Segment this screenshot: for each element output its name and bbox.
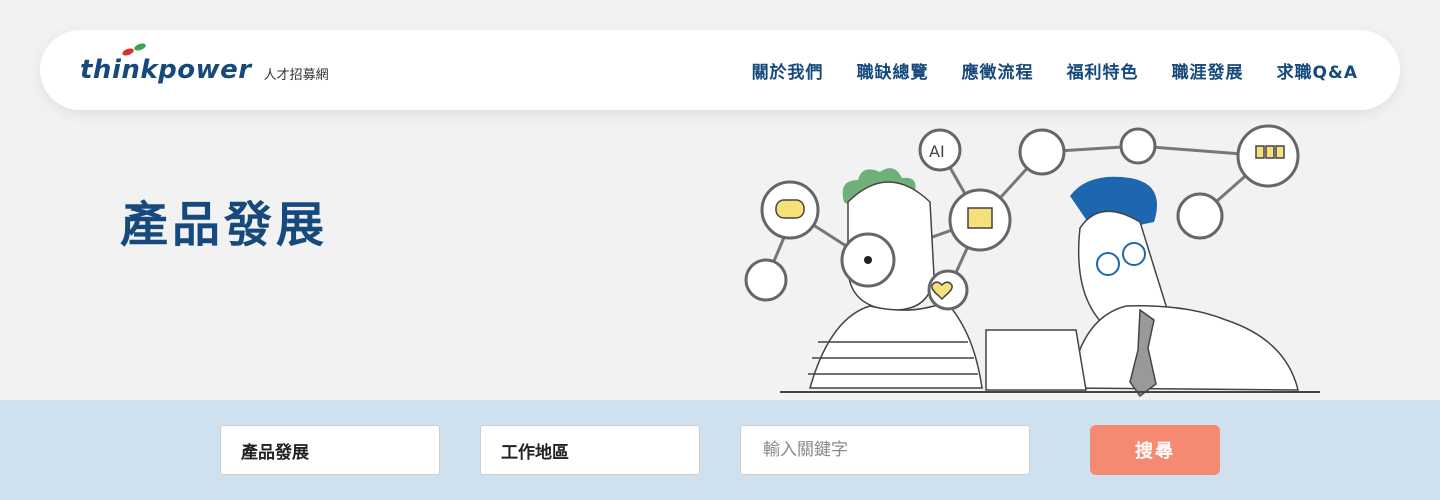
logo-wordmark: thinkpower [80, 55, 252, 85]
hero-illustration: AI [744, 124, 1320, 398]
keyword-field [740, 425, 1030, 475]
logo-dots-icon [122, 43, 146, 56]
category-select[interactable]: 產品發展 [220, 425, 440, 475]
search-button[interactable]: 搜尋 [1090, 425, 1220, 475]
category-select-value: 產品發展 [241, 442, 309, 463]
nav-career[interactable]: 職涯發展 [1172, 58, 1244, 83]
svg-text:AI: AI [929, 142, 945, 161]
nav-about[interactable]: 關於我們 [752, 58, 824, 83]
logo[interactable]: thinkpower 人才招募網 [80, 43, 329, 93]
logo-subtitle: 人才招募網 [263, 67, 329, 83]
site-header: thinkpower 人才招募網 關於我們 職缺總覽 應徵流程 福利特色 職涯發… [40, 30, 1400, 110]
nav-process[interactable]: 應徵流程 [962, 58, 1034, 83]
keyword-input[interactable] [761, 439, 1009, 461]
page-title: 產品發展 [120, 197, 329, 253]
network-icon-nodes [744, 124, 1300, 311]
nav-faq[interactable]: 求職Q&A [1277, 58, 1358, 83]
nav-benefits[interactable]: 福利特色 [1067, 58, 1139, 83]
location-select[interactable]: 工作地區 [480, 425, 700, 475]
main-nav: 關於我們 職缺總覽 應徵流程 福利特色 職涯發展 求職Q&A [752, 30, 1358, 110]
search-bar: 產品發展 工作地區 搜尋 [0, 400, 1440, 500]
nav-jobs[interactable]: 職缺總覽 [857, 58, 929, 83]
location-select-value: 工作地區 [501, 442, 569, 463]
